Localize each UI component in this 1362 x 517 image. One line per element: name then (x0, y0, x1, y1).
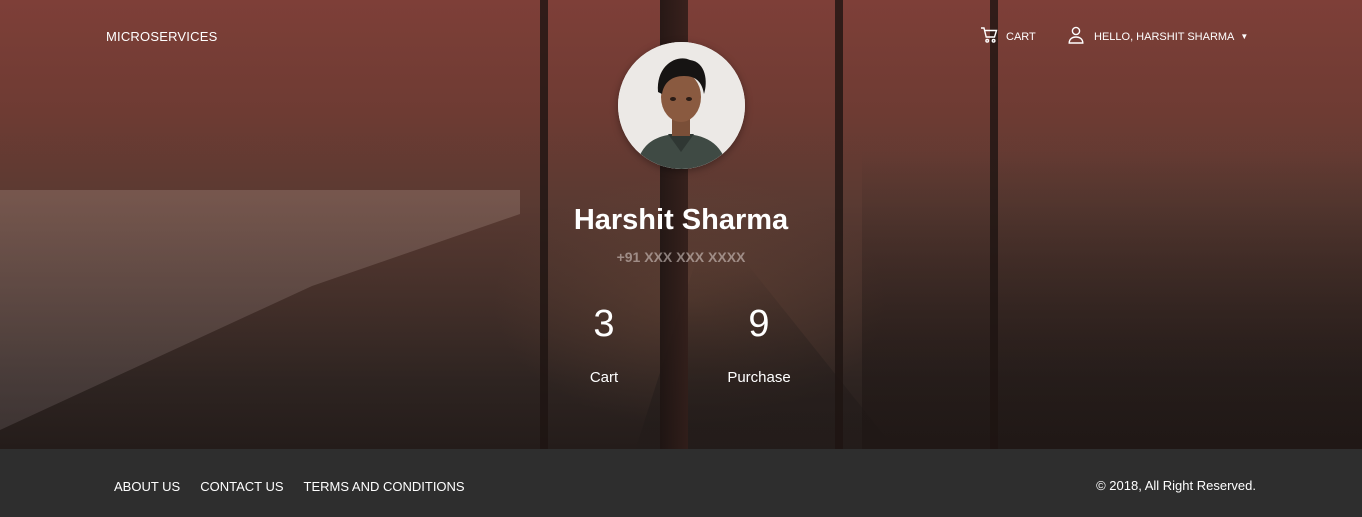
footer-link-terms[interactable]: TERMS AND CONDITIONS (304, 479, 465, 494)
profile-phone: +91 XXX XXX XXXX (616, 249, 746, 265)
nav-cart-label: CART (1006, 30, 1036, 43)
footer-links: ABOUT US CONTACT US TERMS AND CONDITIONS (114, 479, 465, 494)
footer-link-about[interactable]: ABOUT US (114, 479, 180, 494)
stat-purchase[interactable]: 9 Purchase (718, 305, 800, 386)
avatar (618, 42, 745, 169)
nav-user-label: HELLO, HARSHIT SHARMA (1094, 30, 1235, 43)
nav-cart-link[interactable]: CART (980, 26, 1036, 47)
footer-link-contact[interactable]: CONTACT US (200, 479, 283, 494)
nav-user-dropdown[interactable]: HELLO, HARSHIT SHARMA ▼ (1068, 26, 1248, 47)
avatar-photo (618, 42, 745, 169)
stat-cart[interactable]: 3 Cart (574, 305, 634, 386)
cart-icon (980, 26, 1006, 47)
profile-name: Harshit Sharma (573, 204, 789, 236)
copyright-text: © 2018, All Right Reserved. (1096, 478, 1256, 493)
stat-cart-value: 3 (593, 303, 615, 345)
footer: ABOUT US CONTACT US TERMS AND CONDITIONS… (0, 449, 1362, 517)
hero-banner: MICROSERVICES CART HELLO, HARSHIT SHARMA… (0, 0, 1362, 449)
brand-logo[interactable]: MICROSERVICES (106, 29, 217, 44)
chevron-down-icon: ▼ (1240, 32, 1249, 41)
user-icon (1068, 26, 1094, 47)
stat-purchase-label: Purchase (727, 369, 791, 386)
background-trees (862, 150, 1362, 449)
stat-purchase-value: 9 (748, 303, 770, 345)
stat-cart-label: Cart (589, 369, 619, 386)
